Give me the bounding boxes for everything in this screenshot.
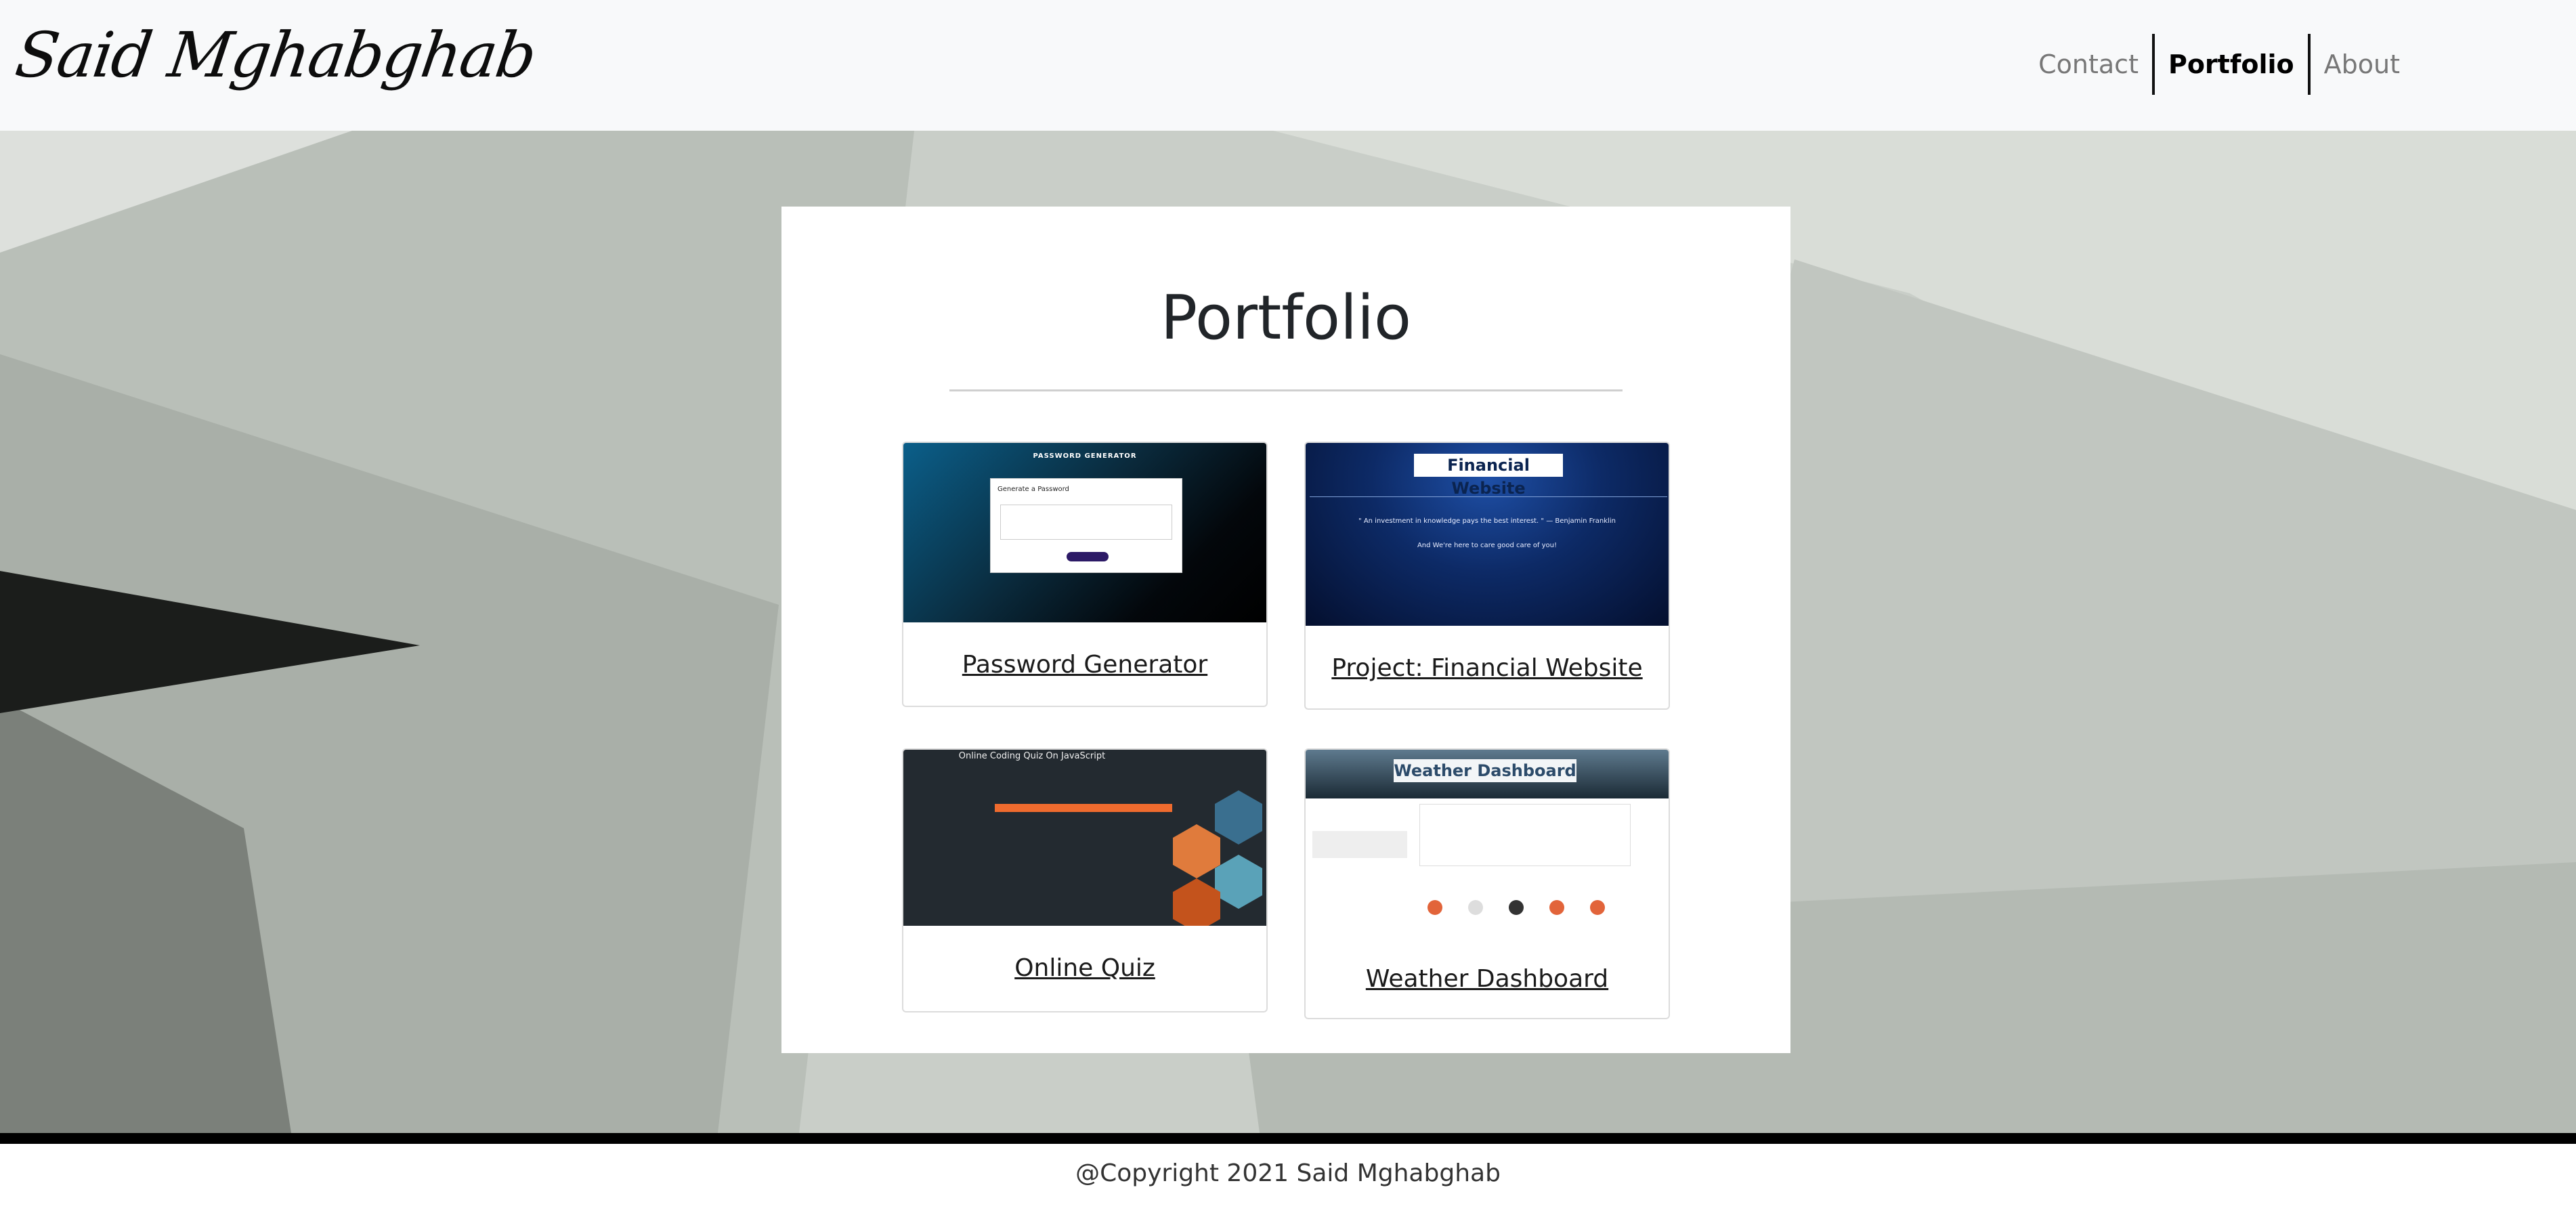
project-link-weather-dashboard[interactable]: Weather Dashboard — [1306, 933, 1669, 993]
sun-icon — [1427, 900, 1442, 915]
hexagon-shape — [1215, 855, 1262, 909]
page-title: Portfolio — [1160, 282, 1412, 354]
cloud-icon — [1468, 900, 1483, 915]
thumb-progress-bar — [995, 804, 1172, 812]
thumb-begin-button — [1067, 552, 1109, 561]
thumb-form-title: Generate a Password — [997, 486, 1069, 493]
sun-icon — [1590, 900, 1605, 915]
thumb-quote: " An investment in knowledge pays the be… — [1358, 517, 1616, 525]
thumb-password-field — [1000, 505, 1172, 540]
thumb-tagline: And We're here to care good care of you! — [1417, 542, 1558, 549]
project-link-password-generator[interactable]: Password Generator — [903, 622, 1266, 679]
nav-link-portfolio[interactable]: Portfolio — [2151, 34, 2311, 95]
project-link-online-quiz[interactable]: Online Quiz — [903, 926, 1266, 982]
project-card-weather-dashboard[interactable]: Weather Dashboard Weather Dashboard — [1304, 748, 1670, 1019]
thumb-title: Financial Website — [1414, 454, 1563, 498]
portfolio-panel: Portfolio PASSWORD GENERATOR Generate a … — [781, 207, 1790, 1053]
hexagon-shape — [1215, 790, 1262, 845]
hexagon-shape — [1173, 824, 1220, 878]
project-link-financial-website[interactable]: Project: Financial Website — [1306, 626, 1669, 682]
thumb-search-sidebar — [1312, 831, 1407, 858]
site-footer: @Copyright 2021 Said Mghabghab — [0, 1144, 2576, 1217]
nav-link-contact[interactable]: Contact — [2025, 34, 2152, 95]
site-header: Said Mghabghab Contact Portfolio About — [0, 0, 2576, 131]
main-nav: Contact Portfolio About — [2025, 34, 2413, 95]
thumb-title: Online Coding Quiz On JavaScript — [958, 751, 1106, 761]
rain-icon — [1509, 900, 1524, 915]
online-quiz-thumbnail[interactable]: Online Coding Quiz On JavaScript — [903, 750, 1266, 926]
sun-icon — [1549, 900, 1564, 915]
project-card-online-quiz[interactable]: Online Coding Quiz On JavaScript Online … — [902, 748, 1268, 1012]
project-card-financial-website[interactable]: Financial Website " An investment in kno… — [1304, 442, 1670, 710]
title-divider — [949, 389, 1623, 391]
hexagon-shape — [1173, 878, 1220, 926]
thumb-title: Weather Dashboard — [1394, 759, 1576, 782]
thumb-current-weather-panel — [1419, 804, 1631, 866]
weather-dashboard-thumbnail[interactable]: Weather Dashboard — [1306, 750, 1669, 933]
password-generator-thumbnail[interactable]: PASSWORD GENERATOR Generate a Password — [903, 443, 1266, 622]
nav-link-about[interactable]: About — [2311, 34, 2413, 95]
thumb-header-text: PASSWORD GENERATOR — [1033, 452, 1137, 460]
financial-website-thumbnail[interactable]: Financial Website " An investment in kno… — [1306, 443, 1669, 626]
footer-divider — [0, 1133, 2576, 1144]
copyright-text: @Copyright 2021 Said Mghabghab — [1075, 1159, 1501, 1187]
project-card-password-generator[interactable]: PASSWORD GENERATOR Generate a Password P… — [902, 442, 1268, 707]
thumb-nav-bar — [1310, 490, 1667, 497]
brand-logo[interactable]: Said Mghabghab — [11, 19, 539, 91]
